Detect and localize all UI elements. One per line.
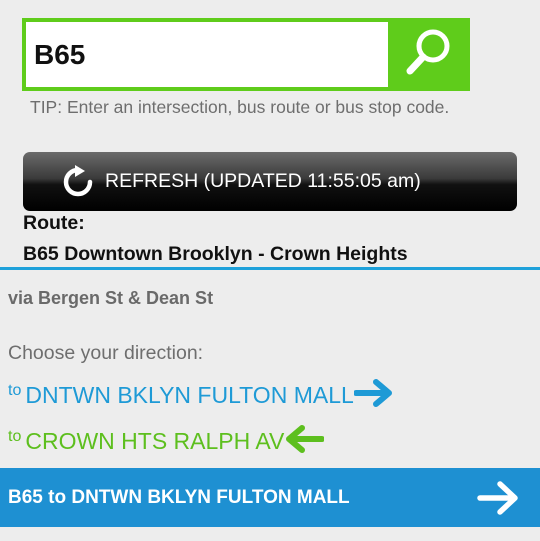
arrow-left-icon bbox=[284, 424, 326, 459]
direction-prompt: Choose your direction: bbox=[8, 342, 204, 364]
divider bbox=[0, 267, 540, 270]
direction-to-label: to bbox=[8, 427, 22, 445]
refresh-icon bbox=[61, 164, 95, 199]
selected-direction-banner[interactable]: B65 to DNTWN BKLYN FULTON MALL bbox=[0, 468, 540, 527]
search-tip: TIP: Enter an intersection, bus route or… bbox=[30, 97, 450, 117]
direction-destination: DNTWN BKLYN FULTON MALL bbox=[25, 382, 354, 408]
direction-to-label: to bbox=[8, 381, 22, 399]
arrow-right-icon bbox=[476, 479, 520, 522]
refresh-button[interactable]: REFRESH (UPDATED 11:55:05 am) bbox=[23, 152, 517, 211]
search-bar bbox=[22, 18, 470, 91]
route-label: Route: bbox=[23, 212, 85, 234]
refresh-label: REFRESH (UPDATED 11:55:05 am) bbox=[105, 170, 421, 192]
route-name: B65 Downtown Brooklyn - Crown Heights bbox=[23, 243, 408, 265]
direction-link-ralph-av[interactable]: to CROWN HTS RALPH AV bbox=[8, 424, 326, 459]
arrow-right-icon bbox=[352, 378, 394, 413]
search-button[interactable] bbox=[388, 18, 470, 91]
route-via: via Bergen St & Dean St bbox=[8, 288, 214, 308]
search-icon bbox=[404, 26, 454, 83]
direction-link-fulton-mall[interactable]: to DNTWN BKLYN FULTON MALL bbox=[8, 378, 394, 413]
banner-label: B65 to DNTWN BKLYN FULTON MALL bbox=[8, 486, 350, 508]
direction-destination: CROWN HTS RALPH AV bbox=[25, 428, 285, 454]
search-input[interactable] bbox=[26, 22, 388, 87]
